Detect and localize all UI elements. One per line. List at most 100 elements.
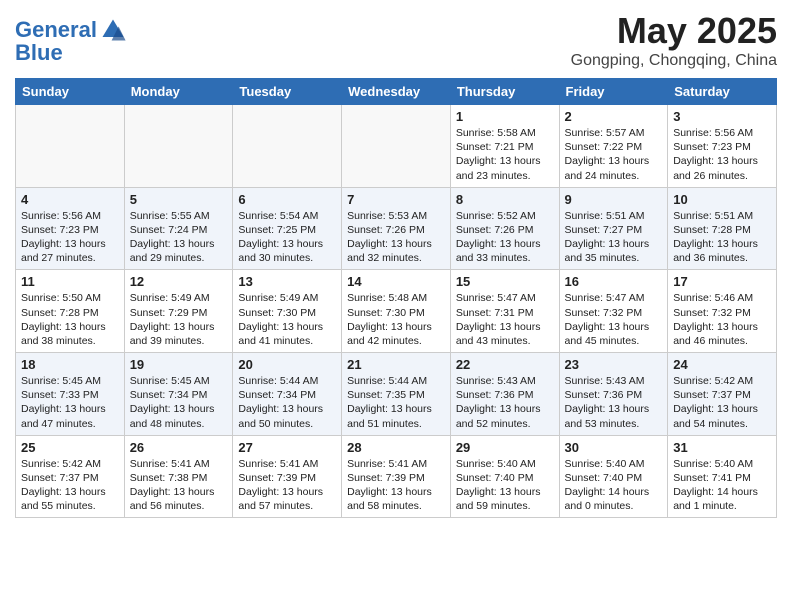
day-number: 21 bbox=[347, 357, 445, 372]
day-cell: 5Sunrise: 5:55 AMSunset: 7:24 PMDaylight… bbox=[124, 187, 233, 270]
day-number: 19 bbox=[130, 357, 228, 372]
day-info-line: Sunrise: 5:51 AM bbox=[565, 209, 663, 223]
day-number: 1 bbox=[456, 109, 554, 124]
day-info-line: and 1 minute. bbox=[673, 499, 771, 513]
day-info-line: Sunrise: 5:41 AM bbox=[347, 457, 445, 471]
day-cell: 30Sunrise: 5:40 AMSunset: 7:40 PMDayligh… bbox=[559, 435, 668, 518]
day-info-line: Daylight: 13 hours bbox=[673, 237, 771, 251]
day-cell: 24Sunrise: 5:42 AMSunset: 7:37 PMDayligh… bbox=[668, 353, 777, 436]
day-info-line: Sunset: 7:34 PM bbox=[130, 388, 228, 402]
day-info-line: Sunset: 7:31 PM bbox=[456, 306, 554, 320]
day-cell: 25Sunrise: 5:42 AMSunset: 7:37 PMDayligh… bbox=[16, 435, 125, 518]
weekday-header-sunday: Sunday bbox=[16, 79, 125, 105]
day-info-line: Daylight: 13 hours bbox=[21, 402, 119, 416]
day-info-line: and 45 minutes. bbox=[565, 334, 663, 348]
day-cell: 19 Sunrise: 5:45 AMSunset: 7:34 PMDayligh… bbox=[124, 353, 233, 436]
day-number: 7 bbox=[347, 192, 445, 207]
day-info-line: Sunset: 7:30 PM bbox=[347, 306, 445, 320]
day-info-line: and 23 minutes. bbox=[456, 169, 554, 183]
day-info-line: and 52 minutes. bbox=[456, 417, 554, 431]
day-info-line: Daylight: 13 hours bbox=[456, 320, 554, 334]
day-cell: 8Sunrise: 5:52 AMSunset: 7:26 PMDaylight… bbox=[450, 187, 559, 270]
day-info-line: Sunrise: 5:49 AM bbox=[238, 291, 336, 305]
day-info-line: Sunset: 7:34 PM bbox=[238, 388, 336, 402]
day-info-line: and 43 minutes. bbox=[456, 334, 554, 348]
day-number: 28 bbox=[347, 440, 445, 455]
day-info-line: Sunrise: 5:42 AM bbox=[21, 457, 119, 471]
weekday-header-saturday: Saturday bbox=[668, 79, 777, 105]
day-info-line: Daylight: 13 hours bbox=[130, 402, 228, 416]
day-cell: 10Sunrise: 5:51 AMSunset: 7:28 PMDayligh… bbox=[668, 187, 777, 270]
day-cell: 2Sunrise: 5:57 AMSunset: 7:22 PMDaylight… bbox=[559, 105, 668, 188]
day-info-line: and 47 minutes. bbox=[21, 417, 119, 431]
day-info-line: Sunset: 7:23 PM bbox=[21, 223, 119, 237]
day-info-line: Sunset: 7:25 PM bbox=[238, 223, 336, 237]
day-number: 15 bbox=[456, 274, 554, 289]
day-info-line: Sunset: 7:37 PM bbox=[673, 388, 771, 402]
logo-text: General bbox=[15, 19, 97, 41]
week-row-3: 11Sunrise: 5:50 AMSunset: 7:28 PMDayligh… bbox=[16, 270, 777, 353]
day-info-line: and 27 minutes. bbox=[21, 251, 119, 265]
day-cell: 31Sunrise: 5:40 AMSunset: 7:41 PMDayligh… bbox=[668, 435, 777, 518]
day-info-line: Daylight: 13 hours bbox=[673, 402, 771, 416]
day-info-line: Daylight: 13 hours bbox=[565, 154, 663, 168]
weekday-header-monday: Monday bbox=[124, 79, 233, 105]
day-cell: 11Sunrise: 5:50 AMSunset: 7:28 PMDayligh… bbox=[16, 270, 125, 353]
day-info-line: Daylight: 13 hours bbox=[130, 320, 228, 334]
day-info-line: Sunset: 7:35 PM bbox=[347, 388, 445, 402]
day-number: 31 bbox=[673, 440, 771, 455]
day-info-line: Daylight: 13 hours bbox=[565, 237, 663, 251]
day-info-line: Sunset: 7:40 PM bbox=[456, 471, 554, 485]
day-info-line: and 57 minutes. bbox=[238, 499, 336, 513]
day-info-line: and 30 minutes. bbox=[238, 251, 336, 265]
day-number: 4 bbox=[21, 192, 119, 207]
day-cell: 15Sunrise: 5:47 AMSunset: 7:31 PMDayligh… bbox=[450, 270, 559, 353]
day-number: 6 bbox=[238, 192, 336, 207]
location: Gongping, Chongqing, China bbox=[571, 52, 777, 70]
day-info-line: Sunset: 7:36 PM bbox=[565, 388, 663, 402]
day-info-line: Sunrise: 5:45 AM bbox=[130, 374, 228, 388]
day-info-line: Daylight: 13 hours bbox=[21, 237, 119, 251]
day-info-line: Sunset: 7:26 PM bbox=[456, 223, 554, 237]
day-info-line: Sunset: 7:27 PM bbox=[565, 223, 663, 237]
day-info-line: Sunset: 7:33 PM bbox=[21, 388, 119, 402]
day-cell bbox=[233, 105, 342, 188]
day-info-line: Daylight: 13 hours bbox=[347, 320, 445, 334]
day-info-line: and 51 minutes. bbox=[347, 417, 445, 431]
header-row: SundayMondayTuesdayWednesdayThursdayFrid… bbox=[16, 79, 777, 105]
day-info-line: Sunset: 7:40 PM bbox=[565, 471, 663, 485]
day-info-line: Sunrise: 5:50 AM bbox=[21, 291, 119, 305]
day-info-line: Daylight: 13 hours bbox=[21, 485, 119, 499]
day-info-line: Daylight: 13 hours bbox=[347, 485, 445, 499]
day-info-line: Sunrise: 5:44 AM bbox=[347, 374, 445, 388]
day-number: 13 bbox=[238, 274, 336, 289]
day-info-line: and 58 minutes. bbox=[347, 499, 445, 513]
day-info-line: Sunrise: 5:54 AM bbox=[238, 209, 336, 223]
day-info-line: Daylight: 13 hours bbox=[238, 402, 336, 416]
day-number: 11 bbox=[21, 274, 119, 289]
day-info-line: Sunset: 7:30 PM bbox=[238, 306, 336, 320]
day-cell bbox=[124, 105, 233, 188]
week-row-4: 18Sunrise: 5:45 AMSunset: 7:33 PMDayligh… bbox=[16, 353, 777, 436]
day-info-line: and 42 minutes. bbox=[347, 334, 445, 348]
day-cell: 12Sunrise: 5:49 AMSunset: 7:29 PMDayligh… bbox=[124, 270, 233, 353]
day-cell: 18Sunrise: 5:45 AMSunset: 7:33 PMDayligh… bbox=[16, 353, 125, 436]
day-info-line: Sunset: 7:41 PM bbox=[673, 471, 771, 485]
day-number: 24 bbox=[673, 357, 771, 372]
day-number: 8 bbox=[456, 192, 554, 207]
day-info-line: and 38 minutes. bbox=[21, 334, 119, 348]
day-cell: 27Sunrise: 5:41 AMSunset: 7:39 PMDayligh… bbox=[233, 435, 342, 518]
week-row-5: 25Sunrise: 5:42 AMSunset: 7:37 PMDayligh… bbox=[16, 435, 777, 518]
weekday-header-friday: Friday bbox=[559, 79, 668, 105]
day-info-line: Sunset: 7:32 PM bbox=[673, 306, 771, 320]
day-cell: 22Sunrise: 5:43 AMSunset: 7:36 PMDayligh… bbox=[450, 353, 559, 436]
day-cell: 28Sunrise: 5:41 AMSunset: 7:39 PMDayligh… bbox=[342, 435, 451, 518]
day-number: 18 bbox=[21, 357, 119, 372]
weekday-header-tuesday: Tuesday bbox=[233, 79, 342, 105]
day-info-line: and 29 minutes. bbox=[130, 251, 228, 265]
day-number: 22 bbox=[456, 357, 554, 372]
day-info-line: and 53 minutes. bbox=[565, 417, 663, 431]
day-info-line: Sunset: 7:28 PM bbox=[673, 223, 771, 237]
day-info-line: Sunrise: 5:55 AM bbox=[130, 209, 228, 223]
day-info-line: Daylight: 13 hours bbox=[673, 154, 771, 168]
